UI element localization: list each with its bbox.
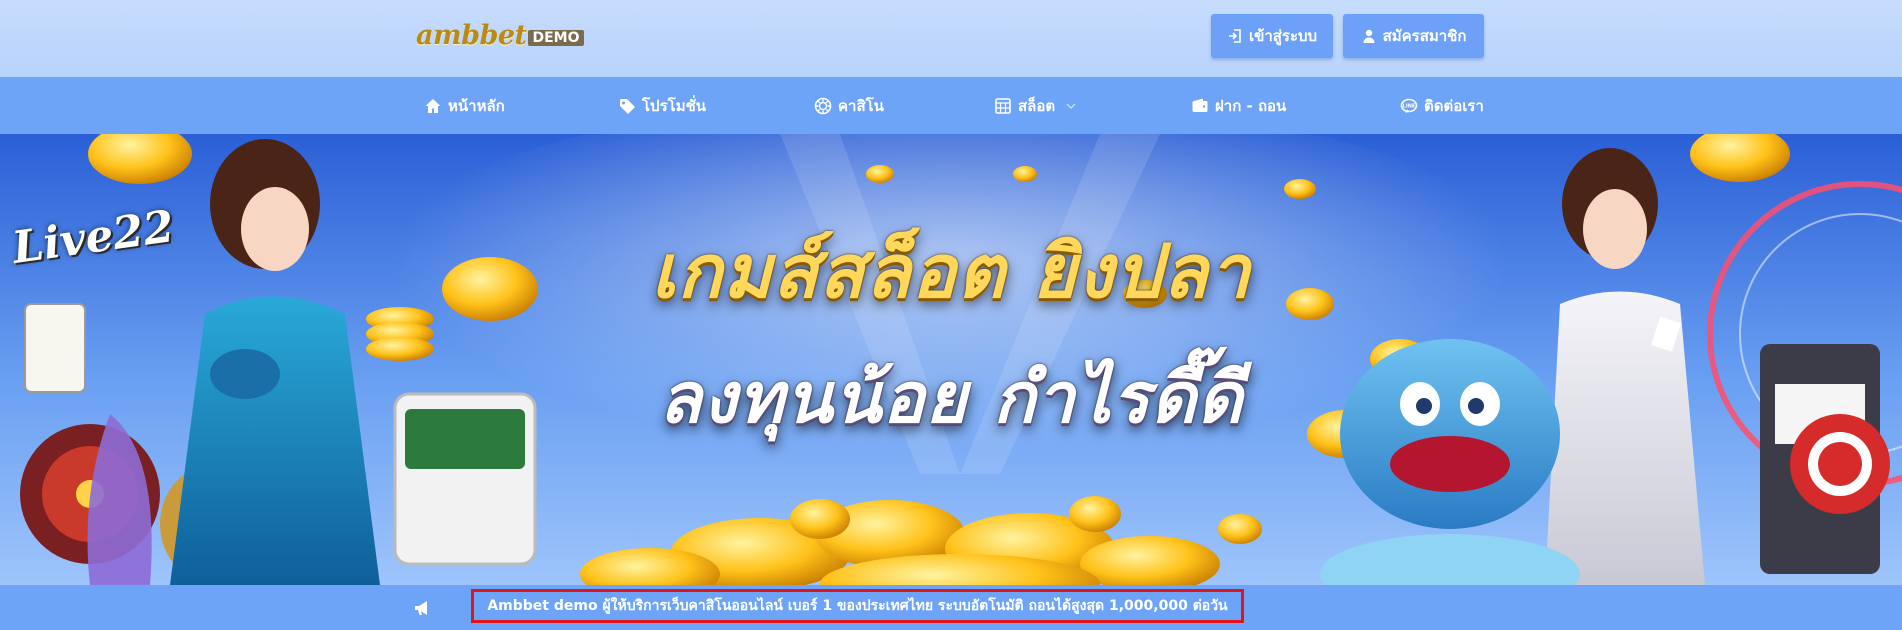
nav-item-label: คาสิโน <box>838 96 884 115</box>
nav-item-label: โปรโมชั่น <box>642 96 707 115</box>
nav-item-home[interactable]: หน้าหลัก <box>424 77 505 134</box>
announcement-text: Ambbet demo ผู้ให้บริการเว็บคาสิโนออนไลน… <box>487 598 1228 614</box>
nav-item-contact[interactable]: LINE ติดต่อเรา <box>1400 77 1484 134</box>
nav-item-label: ติดต่อเรา <box>1424 96 1484 115</box>
casino-chip-icon <box>814 97 832 114</box>
nav-item-label: หน้าหลัก <box>448 96 505 115</box>
site-header: ambbet DEMO เข้าสู่ระบบ สมัครสมาชิก <box>0 0 1902 77</box>
nav-item-label: ฝาก - ถอน <box>1215 96 1287 115</box>
nav-item-deposit-withdraw[interactable]: ฝาก - ถอน <box>1191 77 1286 134</box>
register-label: สมัครสมาชิก <box>1382 27 1467 45</box>
tag-icon <box>620 98 635 114</box>
banner-subheadline: ลงทุนน้อย กำไรดี๊ดี <box>658 357 1244 439</box>
svg-text:LINE: LINE <box>1403 103 1416 109</box>
sign-in-icon <box>1228 29 1241 43</box>
register-button[interactable]: สมัครสมาชิก <box>1343 14 1484 58</box>
slot-machine-icon <box>995 97 1011 114</box>
login-button[interactable]: เข้าสู่ระบบ <box>1211 14 1333 58</box>
home-icon <box>425 98 441 113</box>
nav-item-slot[interactable]: สล็อต <box>994 77 1077 134</box>
user-icon <box>1363 29 1375 43</box>
nav-item-promotion[interactable]: โปรโมชั่น <box>618 77 706 134</box>
line-chat-icon: LINE <box>1400 98 1418 113</box>
login-label: เข้าสู่ระบบ <box>1248 27 1318 45</box>
main-nav: หน้าหลัก โปรโมชั่น คาสิโน สล็อต ฝาก - ถอ… <box>0 77 1902 134</box>
chevron-down-icon <box>1066 103 1076 109</box>
nav-item-label: สล็อต <box>1018 96 1056 115</box>
nav-item-casino[interactable]: คาสิโน <box>814 77 884 134</box>
logo-demo-badge: DEMO <box>528 30 584 46</box>
hero-banner[interactable]: Live22 เกมส์สล็อต ยิงปลา ลงทุนน้อย กำไรด… <box>0 134 1902 585</box>
megaphone-icon <box>415 601 427 615</box>
wallet-icon <box>1192 98 1208 112</box>
announcement-marquee: Ambbet demo ผู้ให้บริการเว็บคาสิโนออนไลน… <box>471 589 1244 623</box>
banner-headline: เกมส์สล็อต ยิงปลา <box>650 229 1252 315</box>
announcement-bar: Ambbet demo ผู้ให้บริการเว็บคาสิโนออนไลน… <box>0 585 1902 630</box>
logo-wordmark: ambbet <box>416 20 527 51</box>
site-logo[interactable]: ambbet DEMO <box>416 20 584 52</box>
